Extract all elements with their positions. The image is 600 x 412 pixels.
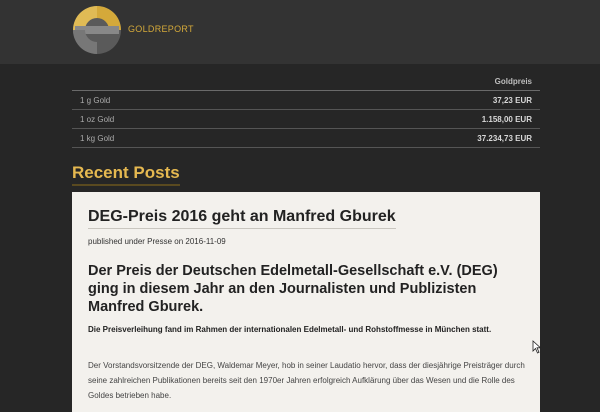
post-title-link[interactable]: DEG-Preis 2016 geht an Manfred Gburek (88, 208, 396, 229)
mouse-cursor-icon (532, 340, 542, 354)
site-header: GOLDREPORT (0, 0, 600, 64)
row-price: 37.234,73 EUR (266, 128, 540, 148)
row-price: 37,23 EUR (266, 90, 540, 110)
row-label: 1 oz Gold (72, 109, 267, 129)
post-lead: Der Preis der Deutschen Edelmetall-Gesel… (88, 263, 498, 315)
column-header-goldpreis: Goldpreis (72, 72, 540, 91)
table-row: 1 oz Gold 1.158,00 EUR (72, 109, 540, 129)
post-body: Der Vorstandsvorsitzende der DEG, Waldem… (88, 361, 525, 400)
table-row: 1 g Gold 37,23 EUR (72, 90, 540, 110)
row-label: 1 kg Gold (72, 128, 267, 148)
brand-name[interactable]: GOLDREPORT (128, 24, 194, 34)
post-card: DEG-Preis 2016 geht an Manfred Gburek pu… (72, 192, 540, 412)
row-price: 1.158,00 EUR (266, 109, 540, 129)
gold-price-table: Goldpreis 1 g Gold 37,23 EUR 1 oz Gold 1… (72, 72, 540, 148)
post-subhead: Die Preisverleihung fand im Rahmen der i… (88, 325, 492, 334)
goldreport-logo-icon[interactable] (72, 5, 122, 55)
table-header-row: Goldpreis (72, 72, 540, 91)
post-meta: published under Presse on 2016-11-09 (88, 237, 226, 246)
row-label: 1 g Gold (72, 90, 267, 110)
recent-posts-heading: Recent Posts (72, 163, 180, 186)
table-row: 1 kg Gold 37.234,73 EUR (72, 128, 540, 148)
